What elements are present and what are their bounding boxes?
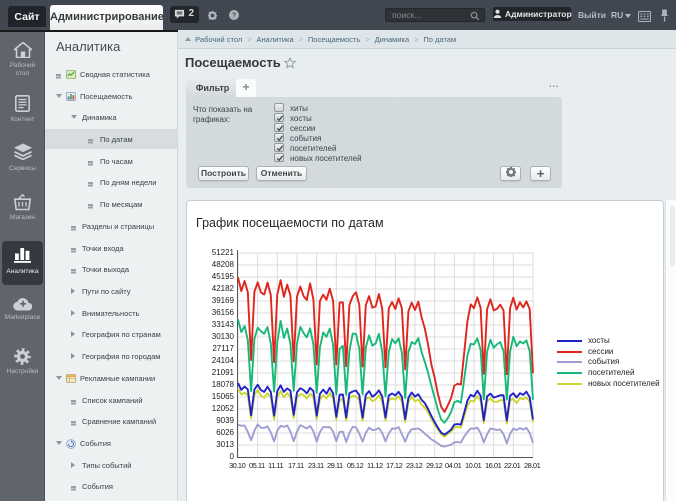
svg-text:?: ? — [232, 12, 236, 19]
